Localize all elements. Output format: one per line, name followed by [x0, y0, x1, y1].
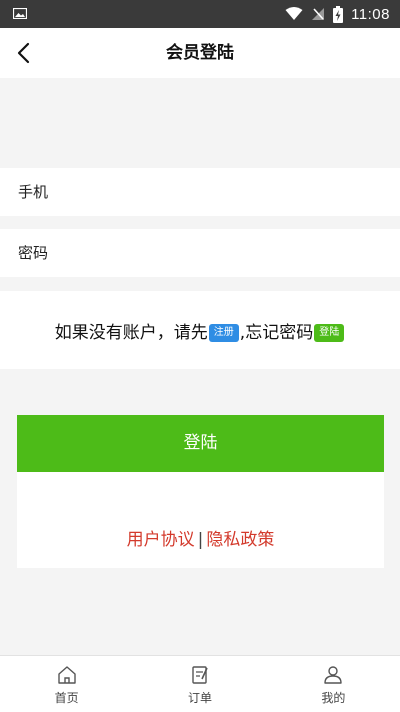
- image-notification-icon: [13, 8, 27, 19]
- wifi-icon: [285, 7, 303, 20]
- password-input[interactable]: [70, 237, 384, 271]
- password-label: 密码: [18, 244, 49, 262]
- login-card: 登陆 用户协议 | 隐私政策: [17, 415, 384, 568]
- user-agreement-link[interactable]: 用户协议: [127, 530, 195, 550]
- prompt-text-before: 如果没有账户，请先: [54, 322, 208, 343]
- prompt-text-middle: ,忘记密码: [239, 322, 314, 343]
- home-icon: [57, 666, 76, 684]
- tab-orders[interactable]: 订单: [133, 656, 266, 712]
- policy-links: 用户协议 | 隐私政策: [17, 525, 384, 550]
- tab-home[interactable]: 首页: [0, 656, 133, 712]
- phone-input[interactable]: [70, 176, 384, 210]
- status-bar: 11:08: [0, 0, 400, 28]
- bottom-tab-bar: 首页 订单 我的: [0, 655, 400, 712]
- order-icon: [192, 666, 208, 684]
- register-tag-button[interactable]: 注册: [208, 323, 239, 342]
- user-icon: [324, 666, 343, 684]
- prompt-text: 如果没有账户，请先 注册 ,忘记密码 登陆: [55, 318, 345, 343]
- page-title: 会员登陆: [166, 43, 234, 63]
- battery-charging-icon: [333, 5, 344, 23]
- tab-profile-label: 我的: [321, 691, 346, 705]
- tab-orders-label: 订单: [187, 691, 212, 705]
- password-field-row: 密码: [0, 229, 400, 277]
- login-button[interactable]: 登陆: [17, 415, 384, 472]
- register-prompt: 如果没有账户，请先 注册 ,忘记密码 登陆: [0, 291, 400, 369]
- link-separator: |: [197, 530, 204, 550]
- status-time: 11:08: [351, 5, 390, 23]
- phone-label: 手机: [18, 183, 49, 201]
- phone-field-row: 手机: [0, 168, 400, 216]
- tab-profile[interactable]: 我的: [267, 656, 400, 712]
- privacy-policy-link[interactable]: 隐私政策: [206, 530, 274, 550]
- signal-icon: [312, 8, 325, 20]
- header-bar: 会员登陆: [0, 28, 400, 78]
- login-tag-button[interactable]: 登陆: [314, 323, 345, 342]
- tab-home-label: 首页: [54, 691, 79, 705]
